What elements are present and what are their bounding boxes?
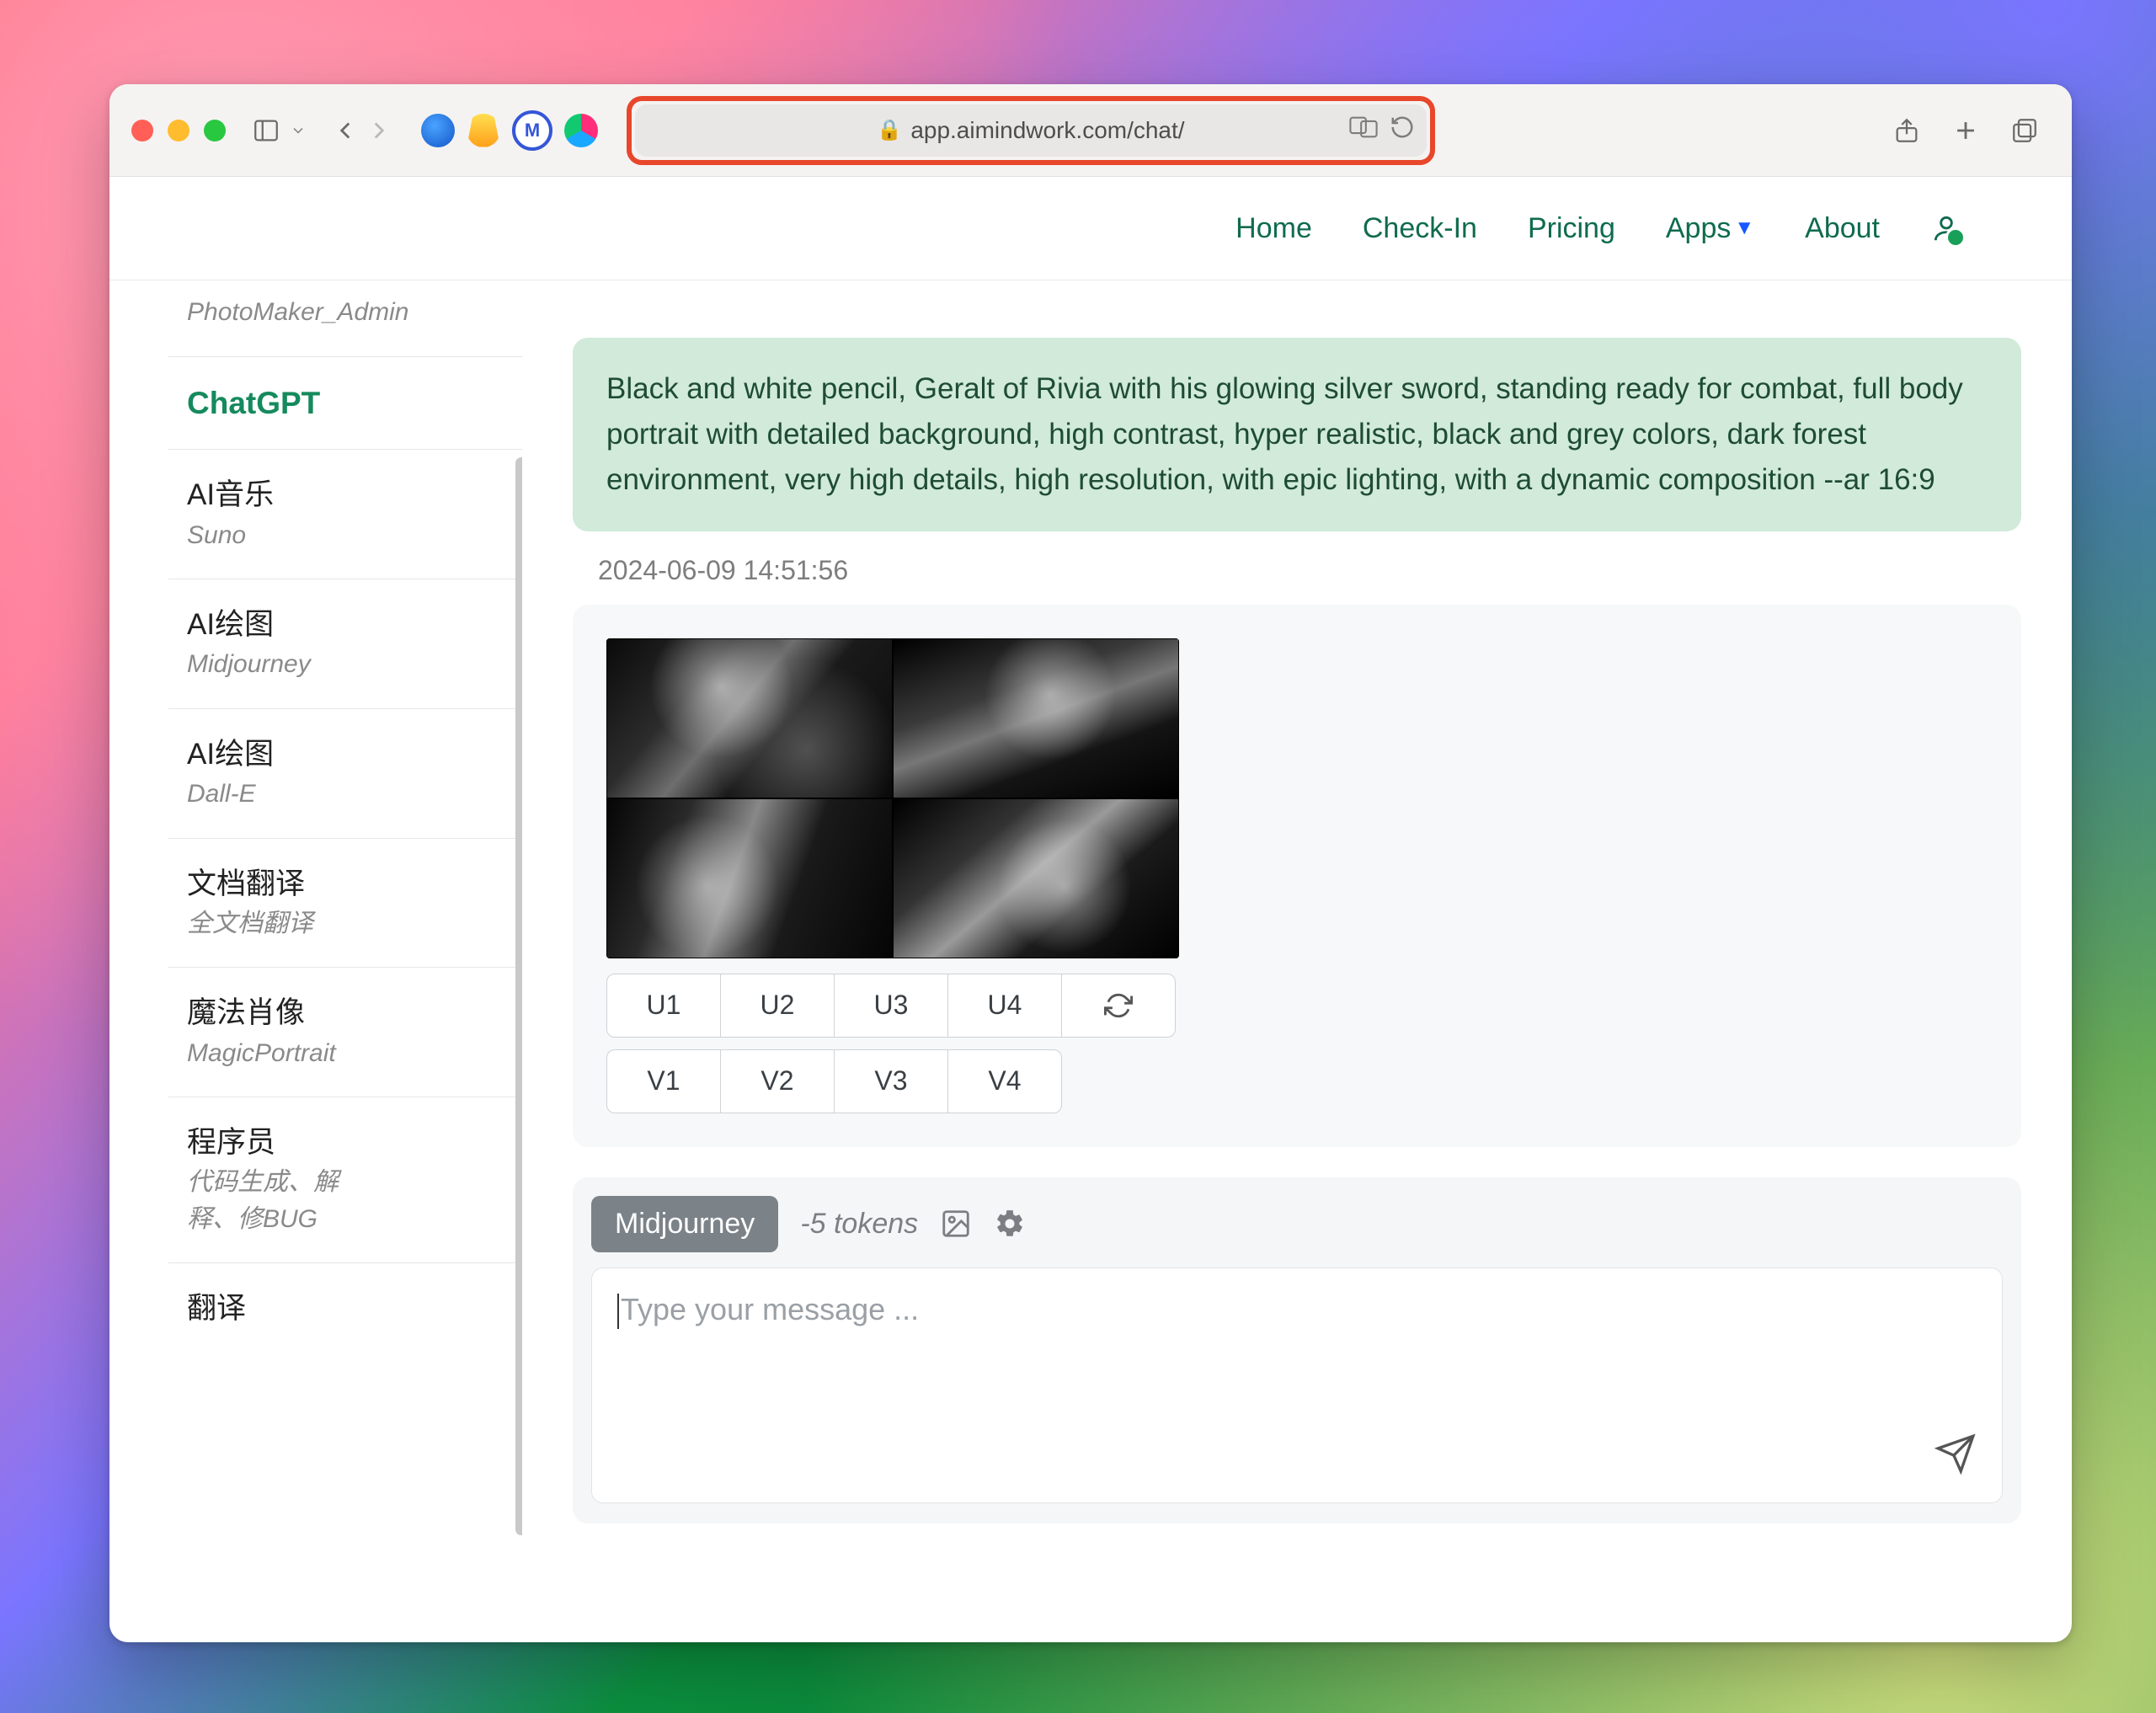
sidebar-item-doctranslate[interactable]: 文档翻译 全文档翻译 [168, 839, 522, 969]
sidebar-menu-chevron-icon[interactable] [288, 114, 308, 147]
sidebar-item-title: AI绘图 [187, 605, 504, 644]
sidebar-item-suno[interactable]: AI音乐 Suno [168, 450, 522, 579]
browser-toolbar: M 🔒 app.aimindwork.com/chat/ [109, 84, 2072, 177]
v3-button[interactable]: V3 [834, 1049, 948, 1113]
v1-button[interactable]: V1 [606, 1049, 721, 1113]
sidebar-item-title: 翻译 [187, 1289, 504, 1328]
translate-icon[interactable] [1349, 115, 1378, 146]
sidebar-item-title: 程序员 [187, 1123, 504, 1162]
nav-about[interactable]: About [1805, 212, 1880, 245]
v2-button[interactable]: V2 [720, 1049, 835, 1113]
message-input[interactable]: Type your message ... [591, 1267, 2003, 1503]
body-row: PhotoMaker_Admin ChatGPT AI音乐 Suno AI绘图 … [109, 280, 2072, 1642]
image-variant-2[interactable] [893, 638, 1179, 798]
sidebar-scrollbar[interactable] [515, 457, 522, 1535]
window-controls [131, 120, 226, 141]
lock-icon: 🔒 [877, 118, 902, 142]
sidebar-item-sub: PhotoMaker_Admin [187, 294, 504, 331]
sidebar-item-magicportrait[interactable]: 魔法肖像 MagicPortrait [168, 968, 522, 1097]
nav-checkin[interactable]: Check-In [1363, 212, 1477, 245]
sidebar-item-sub: 全文档翻译 [187, 905, 339, 942]
sidebar-item-title: 文档翻译 [187, 864, 504, 904]
image-variant-3[interactable] [606, 798, 893, 958]
send-button[interactable] [1935, 1433, 1977, 1482]
sidebar-item-dalle[interactable]: AI绘图 Dall-E [168, 709, 522, 839]
text-caret [617, 1294, 619, 1329]
composer-toolbar: Midjourney -5 tokens [591, 1196, 2003, 1252]
address-bar[interactable]: 🔒 app.aimindwork.com/chat/ [635, 104, 1427, 157]
nav-pricing[interactable]: Pricing [1528, 212, 1615, 245]
generated-image-grid[interactable] [606, 638, 1179, 958]
sidebar-item-sub: MagicPortrait [187, 1035, 339, 1072]
reload-icon[interactable] [1390, 115, 1415, 146]
image-variant-1[interactable] [606, 638, 893, 798]
sidebar-item-sub: Midjourney [187, 646, 339, 683]
nav-home[interactable]: Home [1235, 212, 1312, 245]
sidebar-item-title: ChatGPT [187, 382, 504, 424]
settings-icon[interactable] [994, 1208, 1026, 1240]
share-icon[interactable] [1890, 114, 1924, 147]
minimize-window-button[interactable] [168, 120, 189, 141]
extension-icon-3[interactable]: M [512, 110, 552, 151]
new-tab-icon[interactable] [1949, 114, 1983, 147]
image-variant-4[interactable] [893, 798, 1179, 958]
site-nav: Home Check-In Pricing Apps▼ About [109, 177, 2072, 280]
address-bar-highlight: 🔒 app.aimindwork.com/chat/ [627, 96, 1435, 165]
zoom-window-button[interactable] [204, 120, 226, 141]
sidebar-item-title: AI音乐 [187, 475, 504, 515]
extension-icons: M [421, 110, 598, 151]
u4-button[interactable]: U4 [947, 974, 1062, 1038]
caret-down-icon: ▼ [1734, 216, 1754, 239]
nav-apps-label: Apps [1666, 212, 1732, 244]
sidebar-item-sub: Dall-E [187, 776, 339, 813]
sidebar-item-chatgpt[interactable]: ChatGPT [168, 357, 522, 451]
u2-button[interactable]: U2 [720, 974, 835, 1038]
sidebar-item-photomaker[interactable]: PhotoMaker_Admin [168, 280, 522, 357]
user-prompt-bubble: Black and white pencil, Geralt of Rivia … [573, 338, 2021, 531]
sidebar: PhotoMaker_Admin ChatGPT AI音乐 Suno AI绘图 … [168, 280, 522, 1642]
v4-button[interactable]: V4 [947, 1049, 1062, 1113]
extension-icon-4[interactable] [564, 114, 598, 147]
forward-button[interactable] [362, 114, 396, 147]
model-pill[interactable]: Midjourney [591, 1196, 778, 1252]
response-card: U1 U2 U3 U4 V1 V2 V3 V4 [573, 605, 2021, 1147]
sidebar-item-sub: 代码生成、解释、修BUG [187, 1164, 339, 1237]
extension-icon-1[interactable] [421, 114, 455, 147]
tabs-overview-icon[interactable] [2008, 114, 2041, 147]
reroll-button[interactable] [1061, 974, 1176, 1038]
sidebar-item-midjourney[interactable]: AI绘图 Midjourney [168, 579, 522, 709]
user-prompt-text: Black and white pencil, Geralt of Rivia … [606, 372, 1963, 496]
sidebar-item-sub: Suno [187, 517, 339, 554]
image-upload-icon[interactable] [940, 1208, 972, 1240]
upscale-buttons-row: U1 U2 U3 U4 [606, 974, 1988, 1038]
extension-icon-2[interactable] [467, 114, 500, 147]
token-cost: -5 tokens [800, 1208, 918, 1241]
sidebar-item-title: 魔法肖像 [187, 993, 504, 1033]
url-text: app.aimindwork.com/chat/ [910, 117, 1184, 144]
browser-window: M 🔒 app.aimindwork.com/chat/ [109, 84, 2072, 1642]
page-content: Home Check-In Pricing Apps▼ About PhotoM… [109, 177, 2072, 1642]
sidebar-item-programmer[interactable]: 程序员 代码生成、解释、修BUG [168, 1097, 522, 1263]
nav-apps[interactable]: Apps▼ [1666, 212, 1754, 245]
sidebar-toggle-icon[interactable] [249, 114, 283, 147]
sidebar-toggle-group [249, 114, 308, 147]
close-window-button[interactable] [131, 120, 153, 141]
u3-button[interactable]: U3 [834, 974, 948, 1038]
u1-button[interactable]: U1 [606, 974, 721, 1038]
toolbar-right [1890, 114, 2050, 147]
account-icon[interactable] [1930, 212, 1962, 244]
status-dot-icon [1945, 227, 1966, 248]
composer: Midjourney -5 tokens Type your message .… [573, 1177, 2021, 1524]
back-button[interactable] [328, 114, 362, 147]
variation-buttons-row: V1 V2 V3 V4 [606, 1049, 1988, 1113]
sidebar-item-translate[interactable]: 翻译 [168, 1263, 522, 1328]
main-column: Black and white pencil, Geralt of Rivia … [522, 280, 2021, 1642]
sidebar-item-title: AI绘图 [187, 734, 504, 774]
message-timestamp: 2024-06-09 14:51:56 [598, 555, 2021, 586]
message-placeholder: Type your message ... [621, 1292, 919, 1326]
